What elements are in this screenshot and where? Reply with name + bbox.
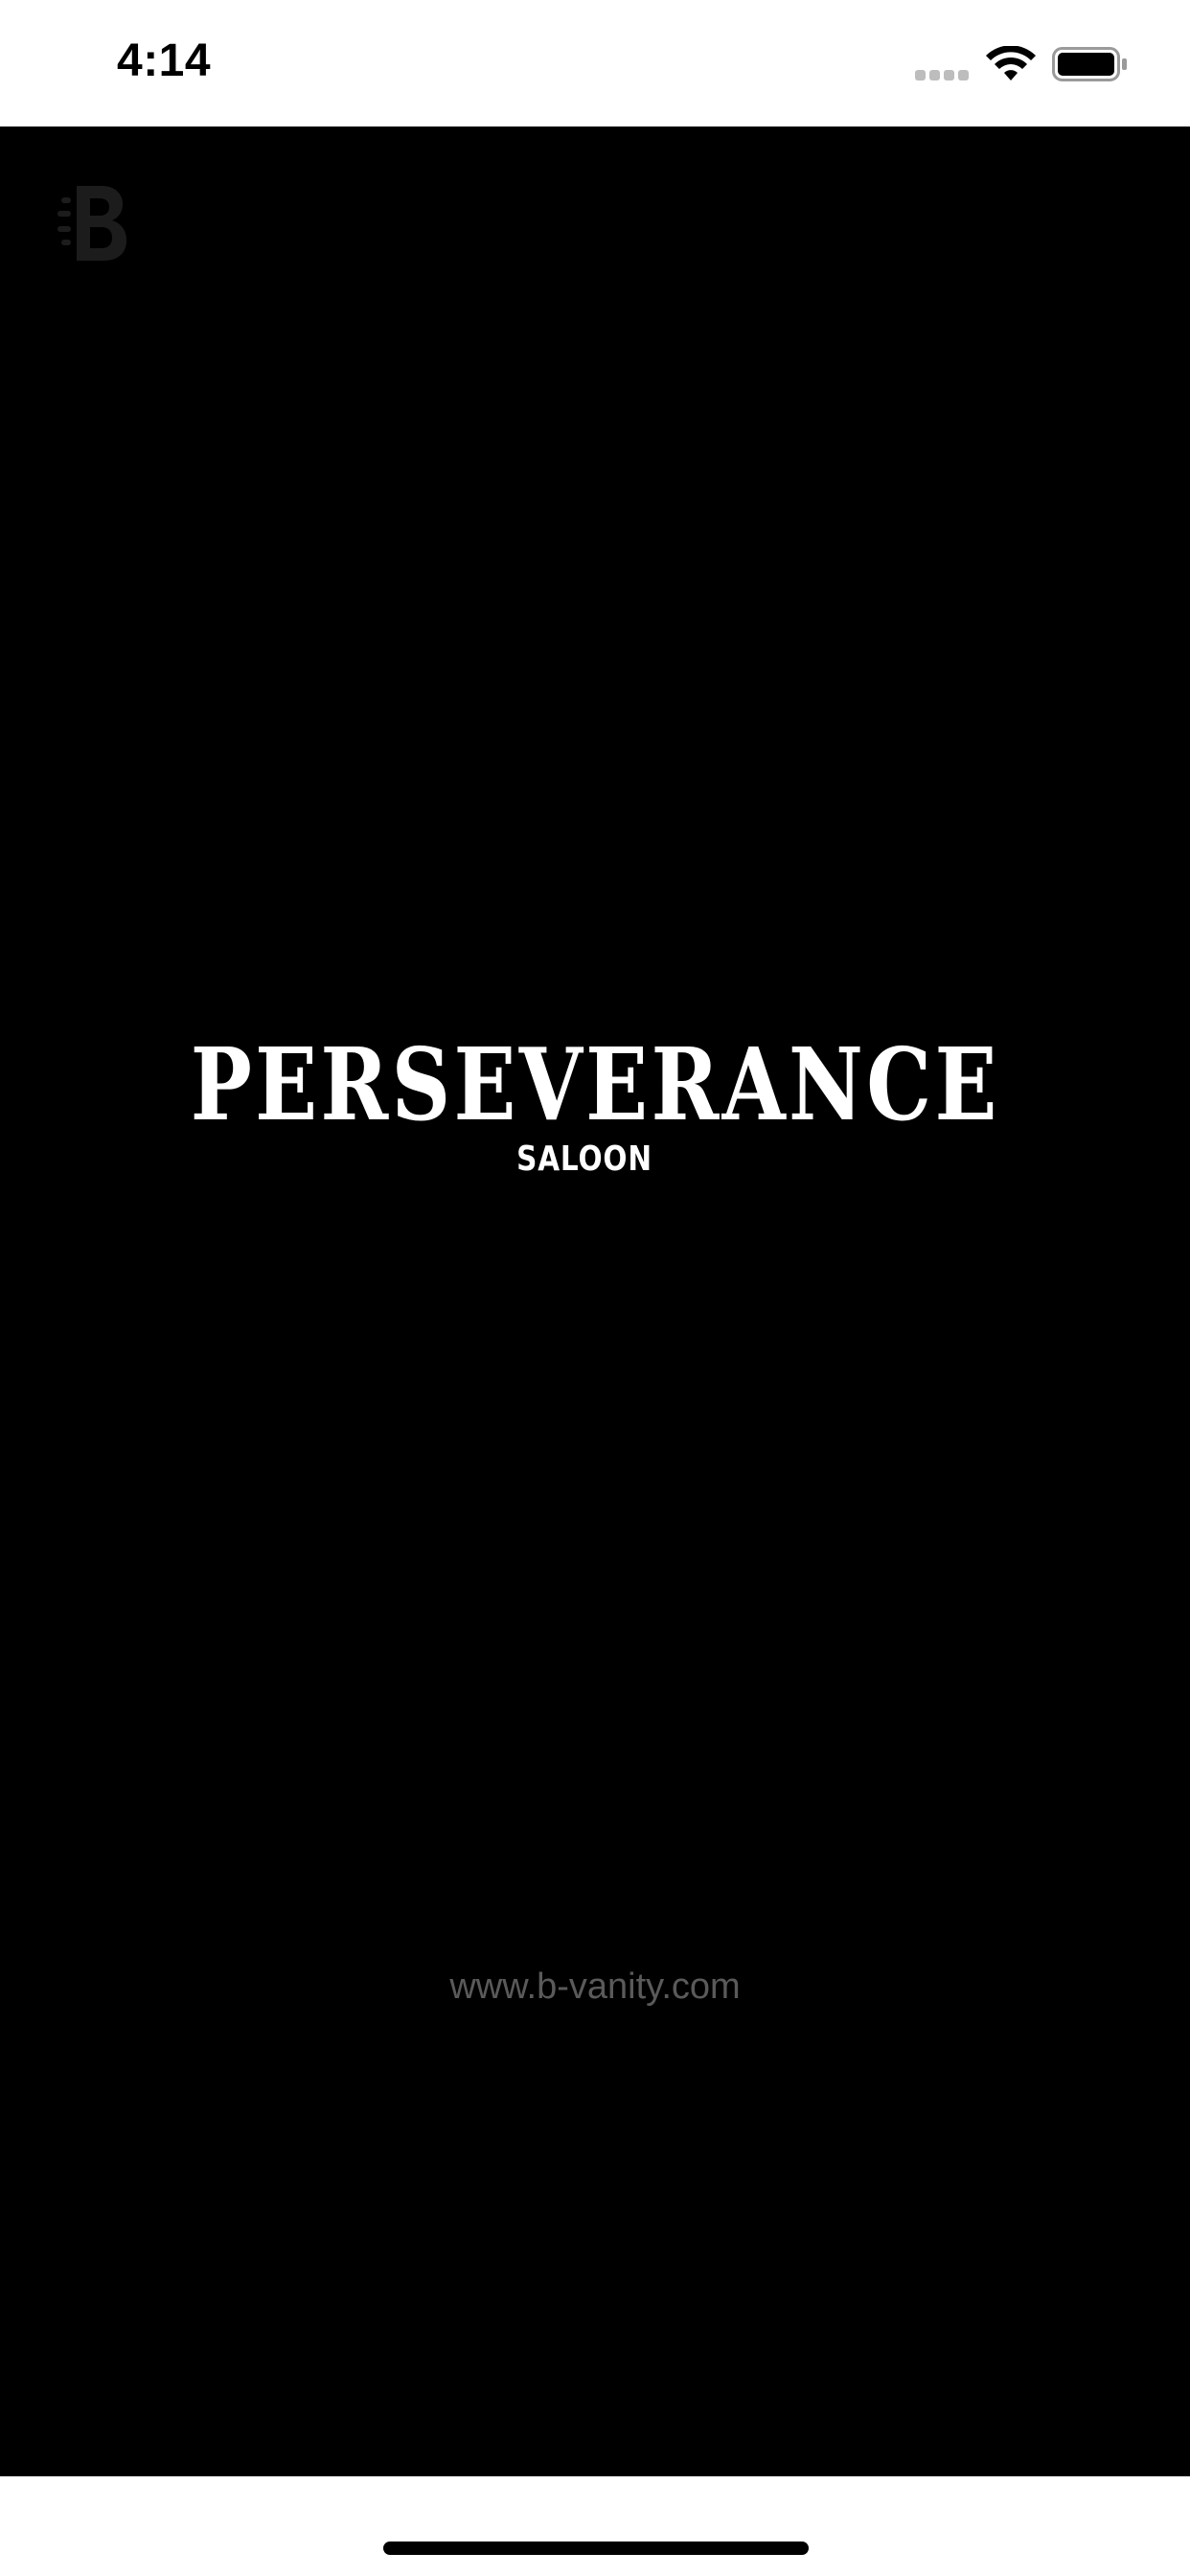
b-brand-logo-icon (57, 186, 126, 261)
logo-subtitle: SALOON (516, 1139, 652, 1179)
app-logo: PERSEVERANCE SALOON (0, 1027, 1190, 1181)
status-time: 4:14 (117, 35, 212, 86)
status-bar: 4:14 (0, 0, 1190, 126)
home-indicator[interactable] (383, 2542, 809, 2555)
battery-icon (1052, 47, 1127, 81)
cellular-signal-icon (915, 70, 969, 81)
wifi-icon (986, 46, 1036, 80)
website-link[interactable]: www.b-vanity.com (0, 1966, 1190, 2008)
splash-content: PERSEVERANCE SALOON www.b-vanity.com (0, 126, 1190, 2476)
logo-title: PERSEVERANCE (190, 1025, 1000, 1143)
bottom-bar (0, 2476, 1190, 2576)
splash-screen: 4:14 PERSEVERANCE SALOON www.b-vanity.co… (0, 0, 1190, 2576)
